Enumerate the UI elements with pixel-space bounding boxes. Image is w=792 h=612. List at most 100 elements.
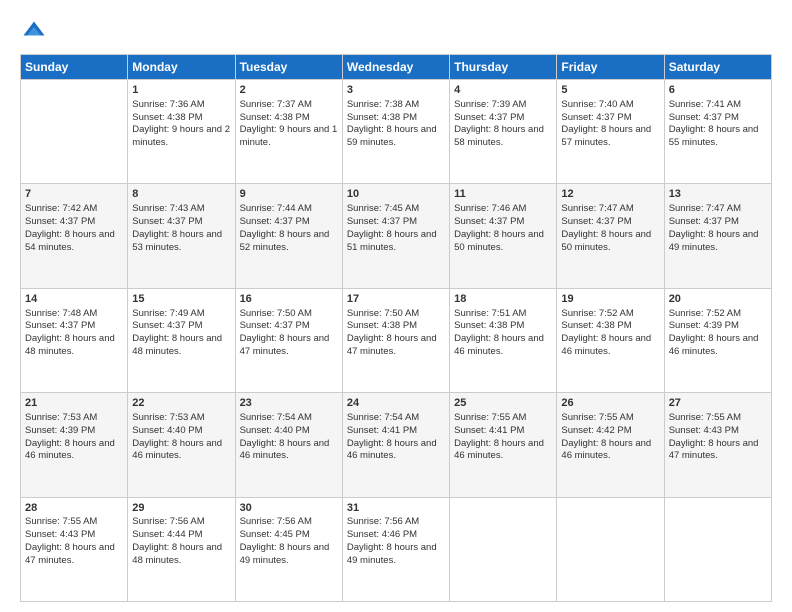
calendar-cell <box>664 497 771 601</box>
sunrise-text: Sunrise: 7:54 AM <box>240 412 312 423</box>
day-number: 9 <box>240 187 338 202</box>
calendar-cell: 1Sunrise: 7:36 AMSunset: 4:38 PMDaylight… <box>128 80 235 184</box>
sunset-text: Sunset: 4:37 PM <box>561 216 631 227</box>
day-number: 12 <box>561 187 659 202</box>
logo <box>20 18 52 46</box>
sunset-text: Sunset: 4:37 PM <box>240 320 310 331</box>
calendar-week-row: 28Sunrise: 7:55 AMSunset: 4:43 PMDayligh… <box>21 497 772 601</box>
day-number: 11 <box>454 187 552 202</box>
day-header-friday: Friday <box>557 55 664 80</box>
sunset-text: Sunset: 4:37 PM <box>25 320 95 331</box>
calendar-cell: 16Sunrise: 7:50 AMSunset: 4:37 PM Dayligh… <box>235 288 342 392</box>
daylight-text: Daylight: 8 hours and 46 minutes. <box>454 333 544 357</box>
sunset-text: Sunset: 4:37 PM <box>561 112 631 123</box>
sunset-text: Sunset: 4:44 PM <box>132 529 202 540</box>
day-number: 14 <box>25 292 123 307</box>
calendar-cell: 28Sunrise: 7:55 AMSunset: 4:43 PMDayligh… <box>21 497 128 601</box>
sunset-text: Sunset: 4:38 PM <box>561 320 631 331</box>
sunset-text: Sunset: 4:38 PM <box>347 320 417 331</box>
sunrise-text: Sunrise: 7:50 AM <box>347 308 419 319</box>
calendar-cell: 23Sunrise: 7:54 AMSunset: 4:40 PMDayligh… <box>235 393 342 497</box>
sunset-text: Sunset: 4:43 PM <box>25 529 95 540</box>
calendar-cell: 17Sunrise: 7:50 AMSunset: 4:38 PMDayligh… <box>342 288 449 392</box>
sunrise-text: Sunrise: 7:39 AM <box>454 99 526 110</box>
daylight-text: Daylight: 8 hours and 46 minutes. <box>347 438 437 462</box>
day-number: 23 <box>240 396 338 411</box>
sunset-text: Sunset: 4:38 PM <box>132 112 202 123</box>
calendar-cell: 24Sunrise: 7:54 AM Sunset: 4:41 PM Dayligh… <box>342 393 449 497</box>
daylight-text: Daylight: 8 hours and 50 minutes. <box>561 229 651 253</box>
daylight-text: Daylight: 8 hours and 52 minutes. <box>240 229 330 253</box>
sunset-text: Sunset: 4:41 PM <box>454 425 524 436</box>
sunrise-text: Sunrise: 7:52 AM <box>561 308 633 319</box>
day-number: 24 <box>347 396 445 411</box>
sunrise-text: Sunrise: 7:55 AM <box>561 412 633 423</box>
day-number: 22 <box>132 396 230 411</box>
sunrise-text: Sunrise: 7:56 AM <box>240 516 312 527</box>
day-number: 30 <box>240 501 338 516</box>
calendar-cell: 27Sunrise: 7:55 AMSunset: 4:43 PMDayligh… <box>664 393 771 497</box>
daylight-text: Daylight: 8 hours and 47 minutes. <box>240 333 330 357</box>
daylight-text: Daylight: 8 hours and 49 minutes. <box>347 542 437 566</box>
sunrise-text: Sunrise: 7:45 AM <box>347 203 419 214</box>
calendar-cell: 26Sunrise: 7:55 AMSunset: 4:42 PMDayligh… <box>557 393 664 497</box>
daylight-text: Daylight: 8 hours and 46 minutes. <box>25 438 115 462</box>
calendar-cell: 22Sunrise: 7:53 AMSunset: 4:40 PMDayligh… <box>128 393 235 497</box>
calendar-cell: 25Sunrise: 7:55 AMSunset: 4:41 PMDayligh… <box>450 393 557 497</box>
logo-icon <box>20 18 48 46</box>
day-header-tuesday: Tuesday <box>235 55 342 80</box>
day-number: 5 <box>561 83 659 98</box>
calendar-week-row: 7Sunrise: 7:42 AMSunset: 4:37 PMDaylight… <box>21 184 772 288</box>
day-number: 29 <box>132 501 230 516</box>
calendar-cell: 6Sunrise: 7:41 AMSunset: 4:37 PMDaylight… <box>664 80 771 184</box>
sunset-text: Sunset: 4:41 PM <box>347 425 417 436</box>
daylight-text: Daylight: 8 hours and 46 minutes. <box>669 333 759 357</box>
sunset-text: Sunset: 4:38 PM <box>347 112 417 123</box>
sunrise-text: Sunrise: 7:47 AM <box>669 203 741 214</box>
daylight-text: Daylight: 8 hours and 47 minutes. <box>25 542 115 566</box>
calendar-cell: 20Sunrise: 7:52 AMSunset: 4:39 PMDayligh… <box>664 288 771 392</box>
day-number: 13 <box>669 187 767 202</box>
daylight-text: Daylight: 8 hours and 46 minutes. <box>561 438 651 462</box>
calendar-cell: 13Sunrise: 7:47 AMSunset: 4:37 PMDayligh… <box>664 184 771 288</box>
sunrise-text: Sunrise: 7:55 AM <box>669 412 741 423</box>
day-number: 19 <box>561 292 659 307</box>
day-number: 31 <box>347 501 445 516</box>
day-header-monday: Monday <box>128 55 235 80</box>
daylight-text: Daylight: 8 hours and 49 minutes. <box>669 229 759 253</box>
calendar-cell: 30Sunrise: 7:56 AMSunset: 4:45 PMDayligh… <box>235 497 342 601</box>
page: SundayMondayTuesdayWednesdayThursdayFrid… <box>0 0 792 612</box>
day-header-thursday: Thursday <box>450 55 557 80</box>
sunset-text: Sunset: 4:40 PM <box>240 425 310 436</box>
sunrise-text: Sunrise: 7:55 AM <box>454 412 526 423</box>
day-number: 16 <box>240 292 338 307</box>
sunset-text: Sunset: 4:43 PM <box>669 425 739 436</box>
day-number: 21 <box>25 396 123 411</box>
daylight-text: Daylight: 8 hours and 54 minutes. <box>25 229 115 253</box>
sunrise-text: Sunrise: 7:48 AM <box>25 308 97 319</box>
sunrise-text: Sunrise: 7:55 AM <box>25 516 97 527</box>
calendar-cell: 18Sunrise: 7:51 AMSunset: 4:38 PMDayligh… <box>450 288 557 392</box>
calendar-cell: 19Sunrise: 7:52 AMSunset: 4:38 PM Dayligh… <box>557 288 664 392</box>
sunrise-text: Sunrise: 7:41 AM <box>669 99 741 110</box>
sunrise-text: Sunrise: 7:56 AM <box>347 516 419 527</box>
daylight-text: Daylight: 8 hours and 51 minutes. <box>347 229 437 253</box>
sunrise-text: Sunrise: 7:40 AM <box>561 99 633 110</box>
calendar-cell <box>21 80 128 184</box>
daylight-text: Daylight: 9 hours and 1 minute. <box>240 124 338 148</box>
daylight-text: Daylight: 8 hours and 46 minutes. <box>561 333 651 357</box>
sunrise-text: Sunrise: 7:50 AM <box>240 308 312 319</box>
sunset-text: Sunset: 4:37 PM <box>132 216 202 227</box>
sunrise-text: Sunrise: 7:53 AM <box>25 412 97 423</box>
daylight-text: Daylight: 8 hours and 53 minutes. <box>132 229 222 253</box>
daylight-text: Daylight: 8 hours and 47 minutes. <box>669 438 759 462</box>
sunrise-text: Sunrise: 7:54 AM <box>347 412 419 423</box>
sunrise-text: Sunrise: 7:36 AM <box>132 99 204 110</box>
calendar-cell: 11Sunrise: 7:46 AMSunset: 4:37 PMDayligh… <box>450 184 557 288</box>
calendar-cell: 31Sunrise: 7:56 AMSunset: 4:46 PMDayligh… <box>342 497 449 601</box>
calendar-cell: 8Sunrise: 7:43 AMSunset: 4:37 PMDaylight… <box>128 184 235 288</box>
sunset-text: Sunset: 4:37 PM <box>25 216 95 227</box>
sunrise-text: Sunrise: 7:44 AM <box>240 203 312 214</box>
daylight-text: Daylight: 8 hours and 55 minutes. <box>669 124 759 148</box>
day-number: 8 <box>132 187 230 202</box>
